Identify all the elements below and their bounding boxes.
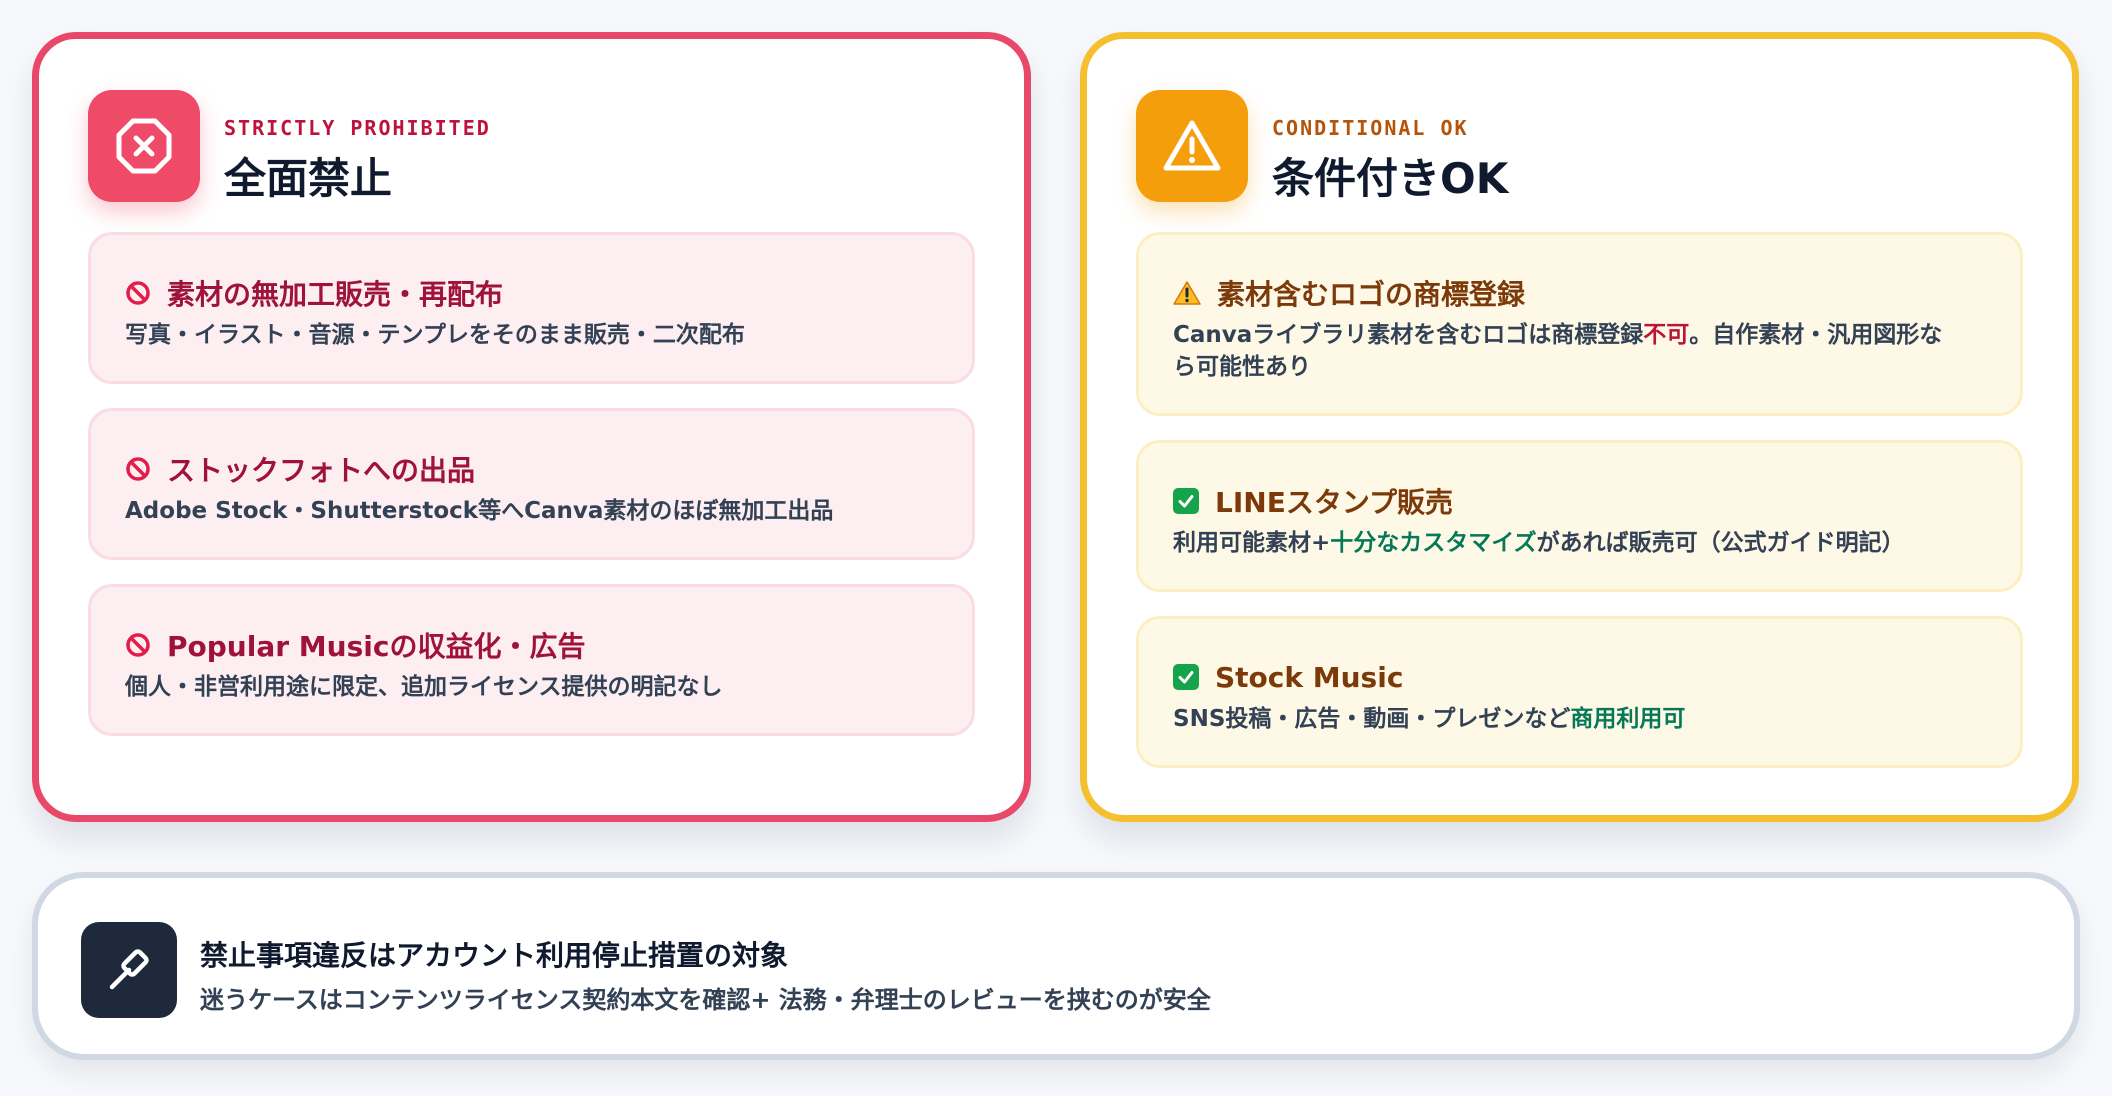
highlight-commercial: 商用利用可 xyxy=(1570,706,1686,732)
check-icon xyxy=(1173,488,1199,514)
conditional-item-title: 素材含むロゴの商標登録 xyxy=(1217,278,1526,311)
no-entry-icon xyxy=(126,633,150,657)
conditional-item: LINEスタンプ販売 利用可能素材+十分なカスタマイズがあれば販売可（公式ガイド… xyxy=(1136,440,2023,592)
no-entry-icon xyxy=(126,457,150,481)
conditional-title: 条件付きOK xyxy=(1272,154,1509,203)
conditional-item-title: Stock Music xyxy=(1215,660,1404,694)
warning-triangle-icon xyxy=(1136,90,1248,202)
prohibited-item-title: Popular Musicの収益化・広告 xyxy=(167,630,586,663)
warning-icon xyxy=(1173,281,1201,305)
prohibited-item-desc: Adobe Stock・Shutterstock等へCanva素材のほぼ無加工出… xyxy=(125,498,834,524)
conditional-eyebrow: CONDITIONAL OK xyxy=(1272,116,1469,140)
conditional-item-desc: Canvaライブラリ素材を含むロゴは商標登録不可。自作素材・汎用図形な ら可能性あ… xyxy=(1173,322,1943,380)
footer-title: 禁止事項違反はアカウント利用停止措置の対象 xyxy=(200,939,789,972)
prohibited-item-desc: 写真・イラスト・音源・テンプレをそのまま販売・二次配布 xyxy=(125,322,745,348)
conditional-item: Stock Music SNS投稿・広告・動画・プレゼンなど商用利用可 xyxy=(1136,616,2023,768)
prohibited-item-title: ストックフォトへの出品 xyxy=(167,454,476,487)
highlight-not-allowed: 不可 xyxy=(1643,322,1690,348)
conditional-item-title: LINEスタンプ販売 xyxy=(1215,486,1453,519)
prohibited-item-desc: 個人・非営利用途に限定、追加ライセンス提供の明記なし xyxy=(125,674,723,700)
prohibited-item: ストックフォトへの出品 Adobe Stock・Shutterstock等へCa… xyxy=(88,408,975,560)
conditional-panel: CONDITIONAL OK 条件付きOK 素材含むロゴの商標登録 Canvaラ… xyxy=(1080,32,2079,822)
conditional-item: 素材含むロゴの商標登録 Canvaライブラリ素材を含むロゴは商標登録不可。自作素… xyxy=(1136,232,2023,416)
octagon-x-icon xyxy=(88,90,200,202)
check-icon xyxy=(1173,664,1199,690)
prohibited-eyebrow: STRICTLY PROHIBITED xyxy=(224,116,491,140)
conditional-item-desc: 利用可能素材+十分なカスタマイズがあれば販売可（公式ガイド明記） xyxy=(1173,530,1905,556)
prohibited-item: Popular Musicの収益化・広告 個人・非営利用途に限定、追加ライセンス… xyxy=(88,584,975,736)
conditional-item-desc: SNS投稿・広告・動画・プレゼンなど商用利用可 xyxy=(1173,706,1686,732)
footer-text: 迷うケースはコンテンツライセンス契約本文を確認+ 法務・弁理士のレビューを挟むの… xyxy=(200,986,1211,1014)
warning-footer: 禁止事項違反はアカウント利用停止措置の対象 迷うケースはコンテンツライセンス契約… xyxy=(32,872,2080,1060)
prohibited-item: 素材の無加工販売・再配布 写真・イラスト・音源・テンプレをそのまま販売・二次配布 xyxy=(88,232,975,384)
prohibited-title: 全面禁止 xyxy=(224,154,393,203)
no-entry-icon xyxy=(126,281,150,305)
gavel-icon xyxy=(81,922,177,1018)
highlight-customize: 十分なカスタマイズ xyxy=(1330,530,1537,556)
prohibited-panel: STRICTLY PROHIBITED 全面禁止 素材の無加工販売・再配布 写真… xyxy=(32,32,1031,822)
prohibited-item-title: 素材の無加工販売・再配布 xyxy=(167,278,504,311)
